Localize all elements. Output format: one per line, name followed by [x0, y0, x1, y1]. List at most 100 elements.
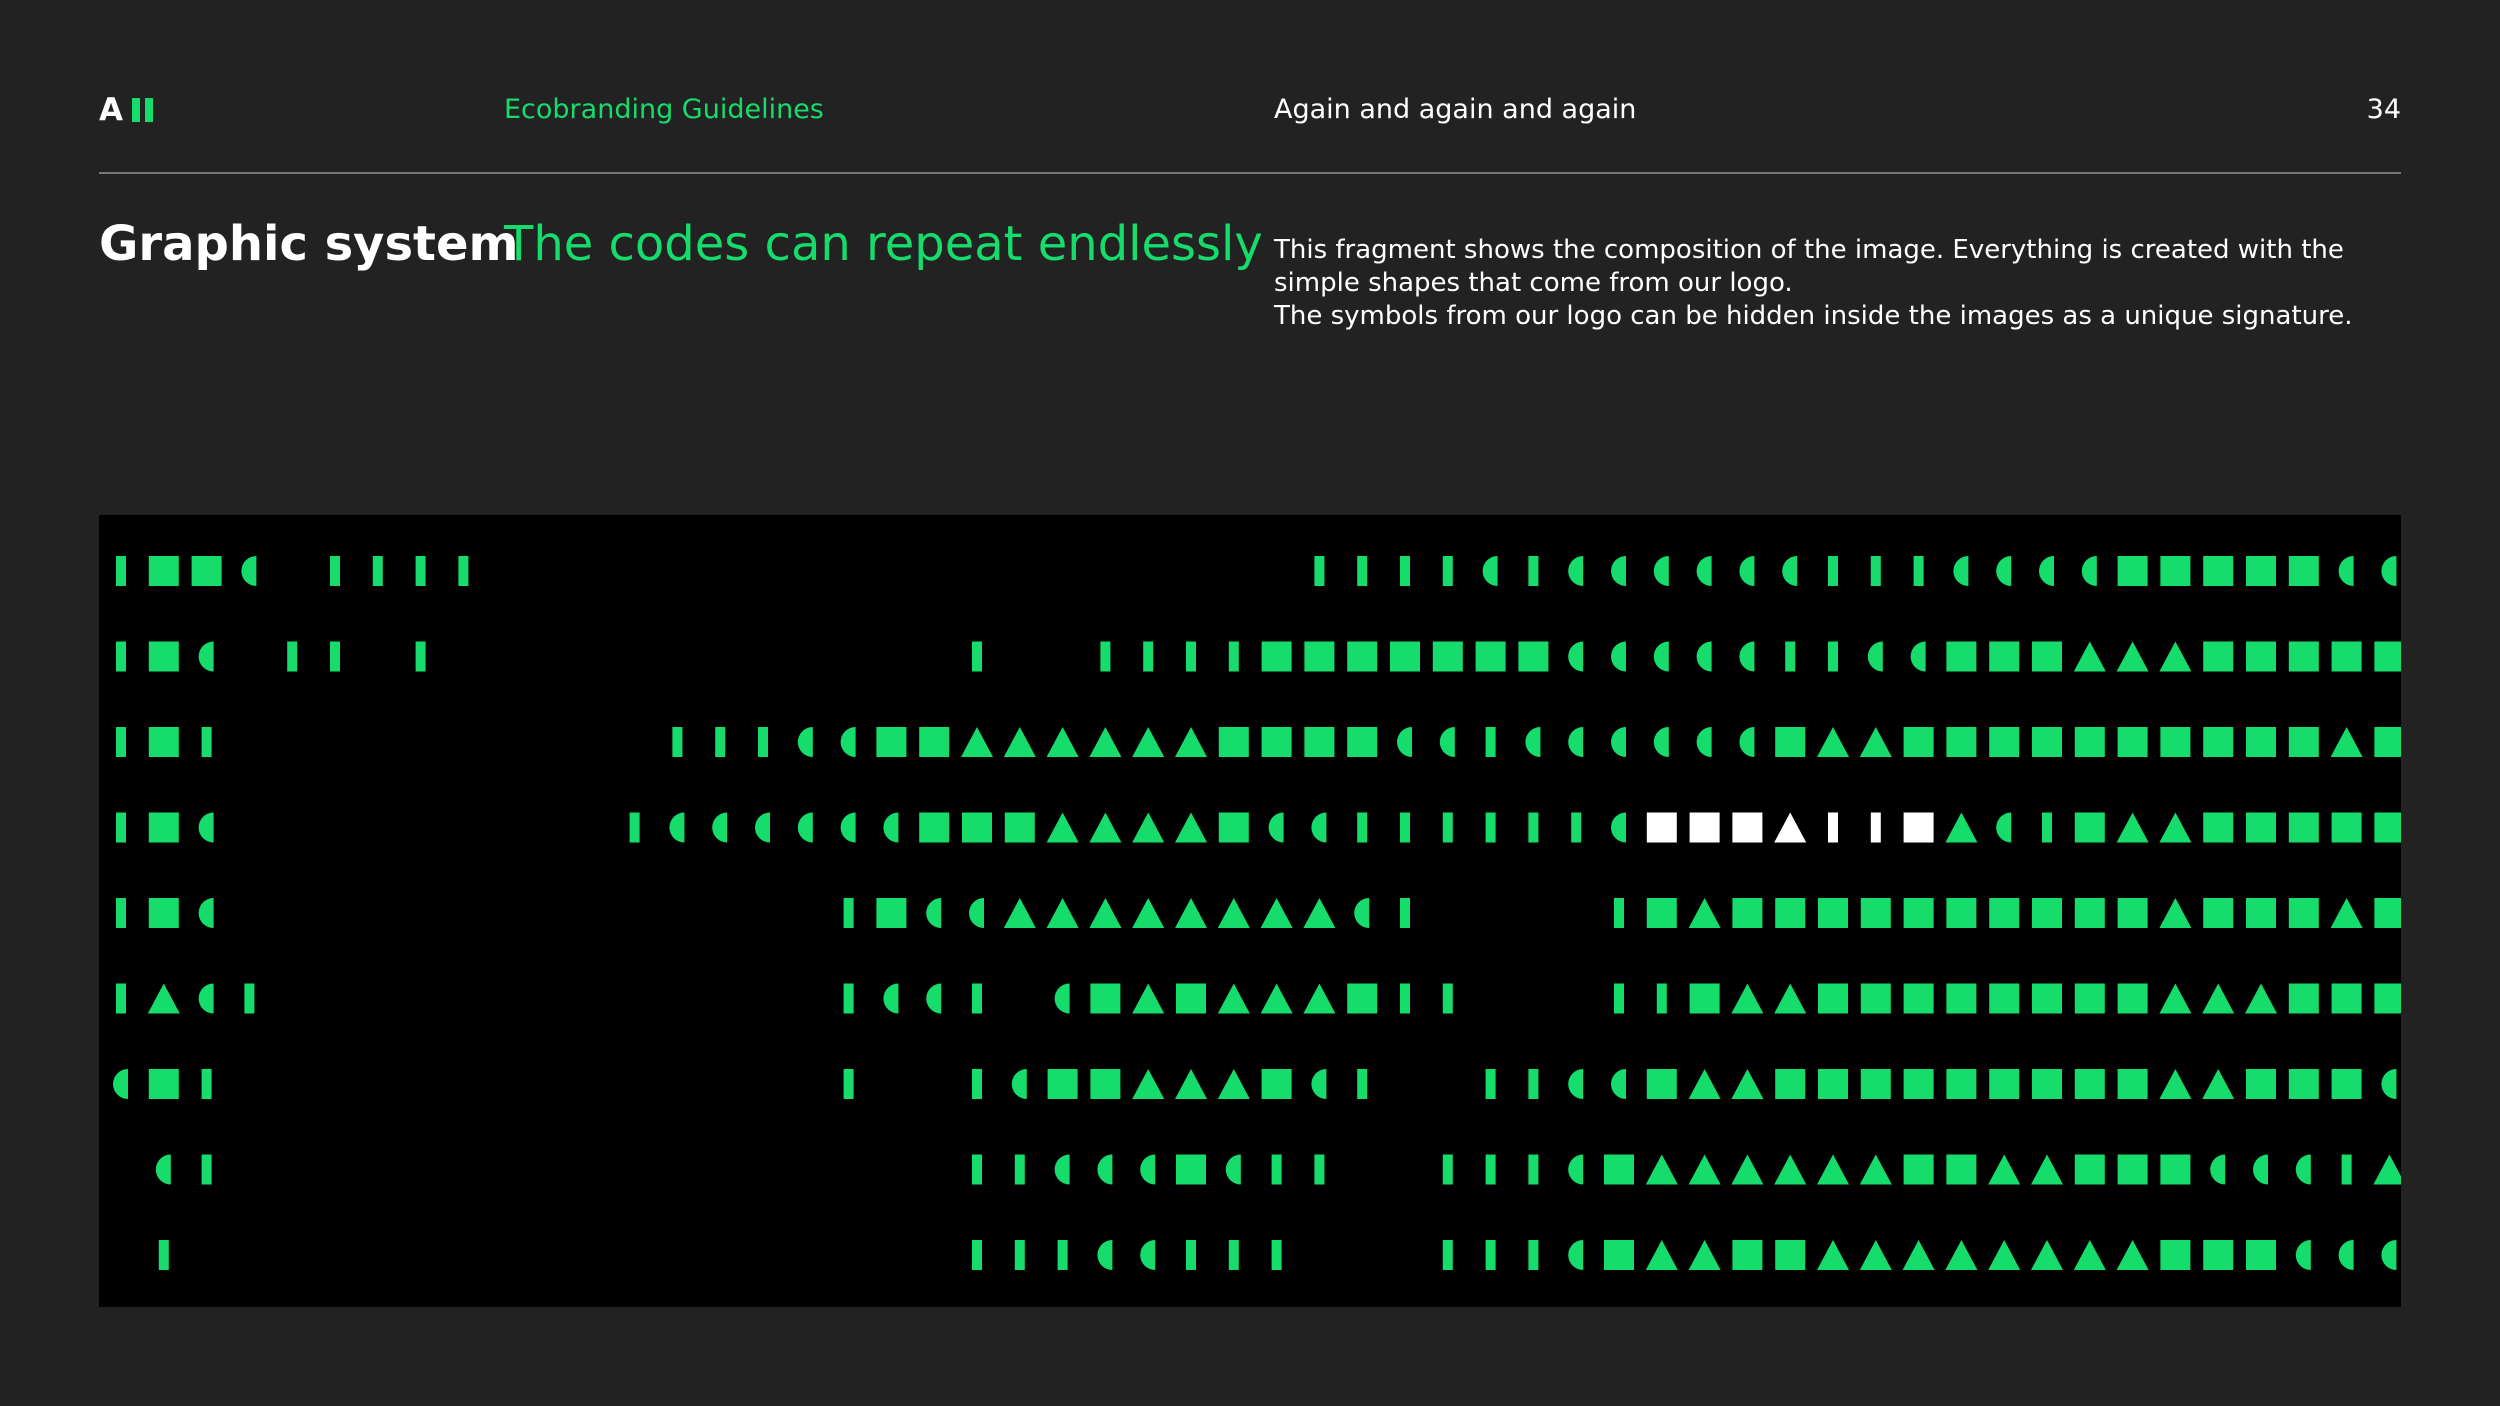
pattern-bar-shape [1656, 983, 1667, 1014]
pattern-half-circle-shape [1696, 641, 1712, 672]
pattern-triangle-shape [1132, 727, 1165, 757]
pattern-triangle-shape [2245, 983, 2277, 1014]
pattern-square-shape [2160, 556, 2191, 586]
pattern-square-shape [2074, 727, 2105, 757]
pattern-square-shape [1518, 641, 1549, 672]
pattern-bar-shape [843, 983, 854, 1014]
pattern-bar-shape [1528, 1154, 1539, 1185]
pattern-half-circle-shape [1568, 1240, 1584, 1270]
pattern-bar-shape [2042, 812, 2052, 843]
pattern-half-circle-shape [2039, 556, 2054, 586]
logo-bar-icon [145, 98, 153, 122]
pattern-half-circle-shape [1568, 1069, 1584, 1099]
pattern-bar-shape [287, 641, 298, 672]
document-brand: Ecobranding Guidelines [504, 94, 824, 125]
pattern-bar-shape [843, 898, 854, 928]
pattern-triangle-shape [1217, 1069, 1250, 1099]
pattern-triangle-shape [1260, 983, 1293, 1014]
pattern-triangle-shape [1132, 1069, 1165, 1099]
pattern-bar-shape [672, 727, 683, 757]
pattern-bar-shape [1357, 812, 1368, 843]
pattern-square-shape [1090, 1069, 1121, 1099]
pattern-half-circle-shape [1011, 1069, 1027, 1099]
pattern-bar-shape [1485, 1154, 1496, 1185]
pattern-square-shape [148, 727, 179, 757]
pattern-square-shape [1860, 898, 1891, 928]
pattern-bar-shape [972, 641, 982, 672]
logo-letter: A [99, 92, 123, 128]
pattern-bar-shape [1400, 812, 1410, 843]
signature-square-shape [1903, 812, 1934, 843]
pattern-triangle-shape [1688, 1240, 1721, 1270]
pattern-square-shape [2246, 556, 2276, 586]
pattern-triangle-shape [2159, 1069, 2192, 1099]
pattern-bar-shape [1271, 1240, 1282, 1270]
pattern-bar-shape [758, 727, 768, 757]
pattern-bar-shape [1485, 1069, 1496, 1099]
pattern-square-shape [2374, 812, 2401, 843]
pattern-triangle-shape [2031, 1154, 2063, 1185]
pattern-square-shape [2288, 898, 2319, 928]
pattern-square-shape [1304, 641, 1335, 672]
pattern-square-shape [2117, 983, 2148, 1014]
pattern-triangle-shape [1132, 983, 1165, 1014]
pattern-half-circle-shape [198, 983, 214, 1014]
pattern-square-shape [1818, 1069, 1848, 1099]
pattern-half-circle-shape [1439, 727, 1455, 757]
pattern-half-circle-shape [969, 898, 984, 928]
pattern-bar-shape [1014, 1154, 1025, 1185]
pattern-half-circle-shape [1568, 1154, 1584, 1185]
pattern-triangle-shape [1175, 727, 1207, 757]
pattern-bar-shape [330, 641, 340, 672]
pattern-square-shape [876, 727, 907, 757]
pattern-half-circle-shape [1739, 556, 1755, 586]
pattern-bar-shape [1442, 983, 1453, 1014]
pattern-bar-shape [1357, 556, 1368, 586]
pattern-half-circle-shape [2381, 1069, 2397, 1099]
pattern-triangle-shape [1817, 1240, 1849, 1270]
signature-bar-shape [1828, 812, 1838, 843]
pattern-bar-shape [1785, 641, 1796, 672]
pattern-triangle-shape [2073, 641, 2106, 672]
description-line: The symbols from our logo can be hidden … [1274, 301, 2353, 331]
pattern-square-shape [2117, 556, 2148, 586]
pattern-square-shape [1860, 983, 1891, 1014]
pattern-square-shape [2288, 1069, 2319, 1099]
pattern-square-shape [1860, 1069, 1891, 1099]
pattern-square-shape [1946, 727, 1977, 757]
pattern-triangle-shape [1175, 898, 1207, 928]
pattern-bar-shape [972, 1154, 982, 1185]
section-description: This fragment shows the composition of t… [1274, 234, 2404, 333]
pattern-half-circle-shape [2338, 1240, 2354, 1270]
pattern-bar-shape [116, 556, 126, 586]
pattern-bar-shape [158, 1240, 169, 1270]
pattern-half-circle-shape [1996, 556, 2012, 586]
pattern-triangle-shape [147, 983, 180, 1014]
pattern-bar-shape [1485, 812, 1496, 843]
description-line: This fragment shows the composition of t… [1274, 235, 2344, 298]
pattern-square-shape [1176, 1154, 1206, 1185]
pattern-bar-shape [972, 1069, 982, 1099]
pattern-triangle-shape [1645, 1240, 1678, 1270]
pattern-half-circle-shape [1225, 1154, 1241, 1185]
pattern-bar-shape [1314, 1154, 1325, 1185]
pattern-square-shape [1218, 727, 1249, 757]
pattern-half-circle-shape [1910, 641, 1926, 672]
pattern-square-shape [2288, 812, 2319, 843]
pattern-half-circle-shape [797, 727, 813, 757]
pattern-square-shape [2074, 898, 2105, 928]
pattern-triangle-shape [1859, 1240, 1892, 1270]
signature-square-shape [1732, 812, 1763, 843]
pattern-square-shape [2203, 641, 2234, 672]
pattern-half-circle-shape [1782, 556, 1798, 586]
pattern-bar-shape [1228, 641, 1239, 672]
pattern-bar-shape [1186, 1240, 1196, 1270]
pattern-square-shape [2374, 727, 2401, 757]
page-number: 34 [2366, 94, 2401, 125]
pattern-half-circle-shape [883, 983, 899, 1014]
pattern-triangle-shape [1645, 1154, 1678, 1185]
pattern-square-shape [2203, 556, 2234, 586]
pattern-bar-shape [330, 556, 340, 586]
pattern-square-shape [2246, 1069, 2276, 1099]
pattern-bar-shape [1400, 556, 1410, 586]
